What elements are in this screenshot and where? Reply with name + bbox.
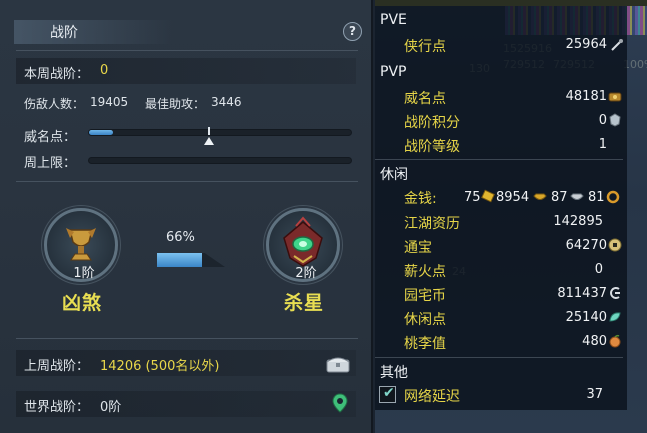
other-item-label: 网络延迟 xyxy=(404,389,460,405)
world-rank-label: 世界战阶： xyxy=(24,400,90,415)
pvp-item-value: 1 xyxy=(598,137,607,152)
prestige-bar xyxy=(88,129,352,136)
coin-icon xyxy=(608,238,622,252)
pvp-item-value: 0 xyxy=(598,113,607,128)
section-other: 其他 xyxy=(380,365,408,381)
weekly-cap-bar xyxy=(88,157,352,164)
chest-icon[interactable] xyxy=(326,355,350,373)
leisure-item-value: 25140 xyxy=(565,310,607,325)
next-rank-name: 杀星 xyxy=(283,292,324,314)
best-assist-label: 最佳助攻： xyxy=(145,97,206,111)
world-rank-value: 0阶 xyxy=(100,400,122,415)
money-gold-ingot: 75 xyxy=(464,190,481,205)
crest-icon xyxy=(609,113,621,127)
current-rank-name: 凶煞 xyxy=(61,292,102,314)
section-divider-2 xyxy=(16,338,358,339)
checkmark-icon: ✔ xyxy=(383,385,395,401)
money-label: 金钱: xyxy=(404,191,437,207)
weekly-cap-label: 周上限： xyxy=(24,156,77,171)
leisure-item-label: 薪火点 xyxy=(404,264,446,280)
best-assist-value: 3446 xyxy=(211,95,242,109)
section-divider xyxy=(375,159,623,160)
section-pvp: PVP xyxy=(380,64,407,80)
house-coin-icon xyxy=(610,287,620,299)
leisure-item-value: 64270 xyxy=(565,238,607,253)
rank-progress-percent: 66% xyxy=(166,230,195,245)
money-silver: 87 xyxy=(551,190,568,205)
leisure-item-label: 园宅币 xyxy=(404,288,446,304)
panel-title: 战阶 xyxy=(50,25,78,41)
current-rank-level: 1阶 xyxy=(73,266,95,281)
pvp-item-label: 威名点 xyxy=(404,91,446,107)
weekly-rank-label: 本周战阶： xyxy=(24,67,90,82)
panel-header: 战阶 ? xyxy=(0,16,373,48)
other-item-value: 37 xyxy=(586,387,603,402)
pvp-item-label: 战阶积分 xyxy=(404,115,460,131)
next-rank-level: 2阶 xyxy=(295,266,317,281)
pvp-item-value: 48181 xyxy=(565,89,607,104)
leisure-item-value: 480 xyxy=(582,334,607,349)
section-leisure: 休闲 xyxy=(380,167,408,183)
money-gold: 8954 xyxy=(496,190,530,205)
stats-panel: 1525916 729512 729512 130 100% 24 PVE 侠行… xyxy=(375,0,647,433)
leisure-item-value: 142895 xyxy=(553,214,603,229)
prestige-bar-fill xyxy=(89,130,113,135)
leisure-item-value: 811437 xyxy=(557,286,607,301)
leisure-item-label: 江湖资历 xyxy=(404,216,460,232)
leisure-item-label: 通宝 xyxy=(404,240,432,256)
header-highlight xyxy=(14,20,174,44)
help-button[interactable]: ? xyxy=(343,22,362,41)
leaf-icon xyxy=(609,312,621,322)
scroll-icon xyxy=(611,39,623,51)
leisure-item-label: 桃李值 xyxy=(404,336,446,352)
header-divider xyxy=(16,50,358,51)
last-week-value: 14206 (500名以外) xyxy=(100,359,220,374)
leisure-item-value: 0 xyxy=(594,262,603,277)
rank-progress-bar xyxy=(157,253,225,267)
money-copper: 81 xyxy=(588,190,605,205)
section-divider xyxy=(375,357,623,358)
enemies-label: 伤敌人数： xyxy=(24,97,85,111)
location-pin-icon[interactable] xyxy=(332,393,348,413)
leisure-item-label: 休闲点 xyxy=(404,312,446,328)
gold-ingot-icon xyxy=(481,189,495,203)
section-pve: PVE xyxy=(380,12,407,28)
weekly-rank-value: 0 xyxy=(100,63,109,78)
pve-item-value: 25964 xyxy=(565,37,607,52)
silver-coin-icon xyxy=(570,193,584,200)
pvp-item-label: 战阶等级 xyxy=(404,139,460,155)
prestige-label: 威名点： xyxy=(24,130,77,145)
gold-coin-icon xyxy=(533,193,547,200)
rank-progress-fill xyxy=(157,253,202,267)
latency-checkbox[interactable]: ✔ xyxy=(379,385,396,403)
peach-icon xyxy=(609,334,621,348)
prestige-marker-line xyxy=(208,127,211,135)
copper-coin-icon xyxy=(606,190,620,204)
section-divider xyxy=(16,181,358,182)
pve-item-label: 侠行点 xyxy=(404,39,446,55)
stats-list: PVE 侠行点 25964 PVP 威名点 48181 战阶积分 0 战阶等级 … xyxy=(375,6,627,410)
rank-panel: 战阶 ? 本周战阶： 0 伤敌人数： 19405 最佳助攻： 3446 威名点：… xyxy=(0,0,373,433)
enemies-value: 19405 xyxy=(90,95,129,109)
badge-icon xyxy=(608,92,622,102)
prestige-marker-icon xyxy=(204,137,215,145)
last-week-label: 上周战阶： xyxy=(24,359,90,374)
